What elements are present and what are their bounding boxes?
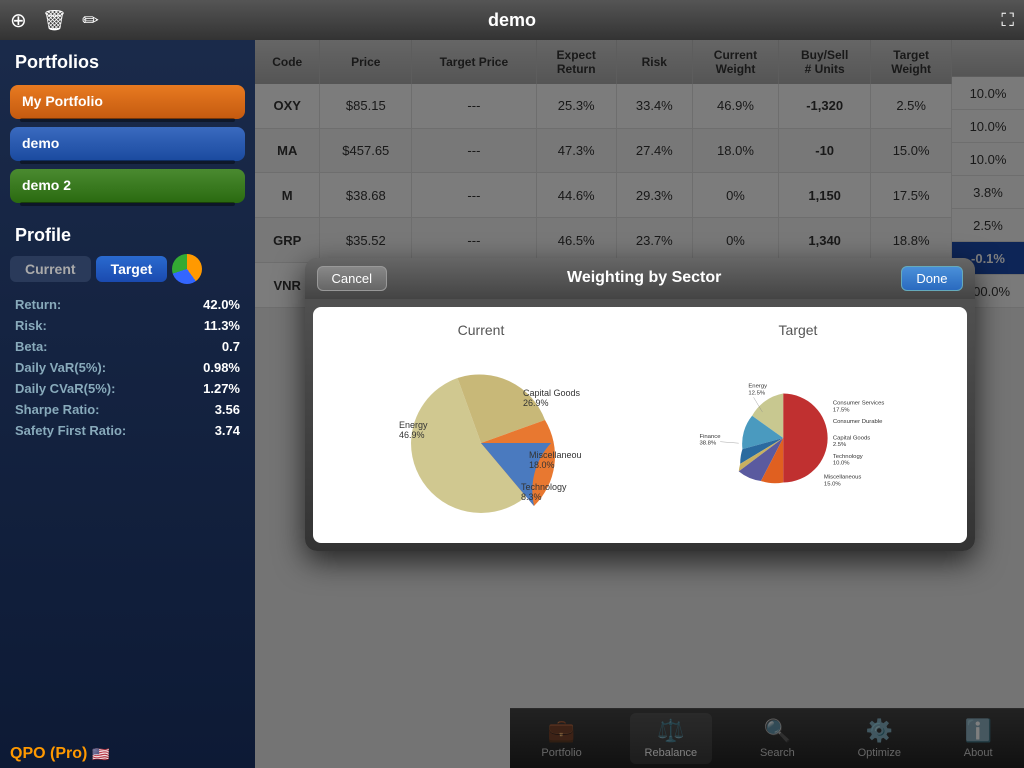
add-icon[interactable]: ⊕ xyxy=(10,8,27,33)
svg-text:10.0%: 10.0% xyxy=(833,460,850,466)
target-finance-label: Finance xyxy=(699,434,721,440)
done-button[interactable]: Done xyxy=(901,266,962,291)
svg-text:2.5%: 2.5% xyxy=(833,442,847,448)
stat-beta: Beta: 0.7 xyxy=(10,336,245,357)
content-area: Code Price Target Price ExpectReturn Ris… xyxy=(255,40,1024,768)
stat-cvar: Daily CVaR(5%): 1.27% xyxy=(10,378,245,399)
profile-pie-icon[interactable] xyxy=(172,254,202,284)
modal-title: Weighting by Sector xyxy=(567,269,721,287)
top-bar: ⊕ 🗑 ✏ demo ⛶ xyxy=(0,0,1024,40)
target-tech-label: Technology xyxy=(833,454,863,460)
tab-target[interactable]: Target xyxy=(96,256,168,282)
target-consdur-label: Consumer Durable xyxy=(833,419,883,425)
stat-sharpe: Sharpe Ratio: 3.56 xyxy=(10,399,245,420)
current-misc-label: Miscellaneous xyxy=(529,450,581,460)
modal-header: Cancel Weighting by Sector Done xyxy=(305,258,975,299)
stat-risk: Risk: 11.3% xyxy=(10,315,245,336)
current-energy-label: Energy xyxy=(399,420,428,430)
target-finance-slice2 xyxy=(783,438,827,482)
target-pie-container: Energy 12.5% Finance 38.8% Consumer Serv… xyxy=(698,348,898,528)
svg-text:8.3%: 8.3% xyxy=(521,492,542,502)
target-consserv-label: Consumer Services xyxy=(833,400,885,406)
stat-return: Return: 42.0% xyxy=(10,294,245,315)
stat-var: Daily VaR(5%): 0.98% xyxy=(10,357,245,378)
current-capgoods-label: Capital Goods xyxy=(523,388,581,398)
top-bar-left-icons: ⊕ 🗑 ✏ xyxy=(10,8,99,33)
app-label: QPO (Pro) 🇺🇸 xyxy=(0,735,255,768)
svg-text:15.0%: 15.0% xyxy=(824,481,841,487)
current-energy-slice2 xyxy=(411,443,481,513)
tab-current[interactable]: Current xyxy=(10,256,91,282)
target-chart-label: Target xyxy=(779,322,818,338)
modal-body: Current xyxy=(313,307,967,543)
sidebar-bottom: Profile Current Target Return: 42.0% Ris… xyxy=(0,207,255,735)
portfolio-item-demo[interactable]: demo xyxy=(10,127,245,161)
portfolio-item-my-portfolio[interactable]: My Portfolio xyxy=(10,85,245,119)
current-pie-svg: Capital Goods 26.9% Miscellaneous 18.0% … xyxy=(381,348,581,528)
svg-text:18.0%: 18.0% xyxy=(529,460,555,470)
modal-overlay: Cancel Weighting by Sector Done Current xyxy=(255,40,1024,768)
weighting-modal: Cancel Weighting by Sector Done Current xyxy=(305,258,975,551)
svg-text:17.5%: 17.5% xyxy=(833,407,850,413)
main-layout: Portfolios My Portfolio demo demo 2 Prof… xyxy=(0,40,1024,768)
edit-icon[interactable]: ✏ xyxy=(82,8,99,33)
flag-icon: 🇺🇸 xyxy=(92,746,109,763)
cancel-button[interactable]: Cancel xyxy=(317,266,387,291)
profile-header: Profile xyxy=(10,217,245,254)
current-chart-section: Current xyxy=(328,322,635,528)
current-tech-label: Technology xyxy=(521,482,567,492)
target-finance-slice1 xyxy=(783,393,827,437)
target-energy-label: Energy xyxy=(748,383,767,389)
portfolios-header: Portfolios xyxy=(0,40,255,81)
target-chart-section: Target xyxy=(645,322,952,528)
profile-tabs: Current Target xyxy=(10,254,245,284)
current-pie-container: Capital Goods 26.9% Miscellaneous 18.0% … xyxy=(381,348,581,528)
svg-text:38.8%: 38.8% xyxy=(699,440,716,446)
delete-icon[interactable]: 🗑 xyxy=(42,8,67,33)
stat-safety: Safety First Ratio: 3.74 xyxy=(10,420,245,441)
top-bar-title: demo xyxy=(488,10,536,31)
target-misc-label: Miscellaneous xyxy=(824,474,861,480)
svg-text:12.5%: 12.5% xyxy=(748,390,765,396)
sidebar: Portfolios My Portfolio demo demo 2 Prof… xyxy=(0,40,255,768)
svg-text:46.9%: 46.9% xyxy=(399,430,425,440)
portfolio-item-demo2[interactable]: demo 2 xyxy=(10,169,245,203)
target-capgoods-label2: Capital Goods xyxy=(833,435,870,441)
target-pie-svg: Energy 12.5% Finance 38.8% Consumer Serv… xyxy=(698,348,898,528)
svg-text:26.9%: 26.9% xyxy=(523,398,549,408)
expand-icon[interactable]: ⛶ xyxy=(1001,10,1014,31)
current-chart-label: Current xyxy=(458,322,505,338)
